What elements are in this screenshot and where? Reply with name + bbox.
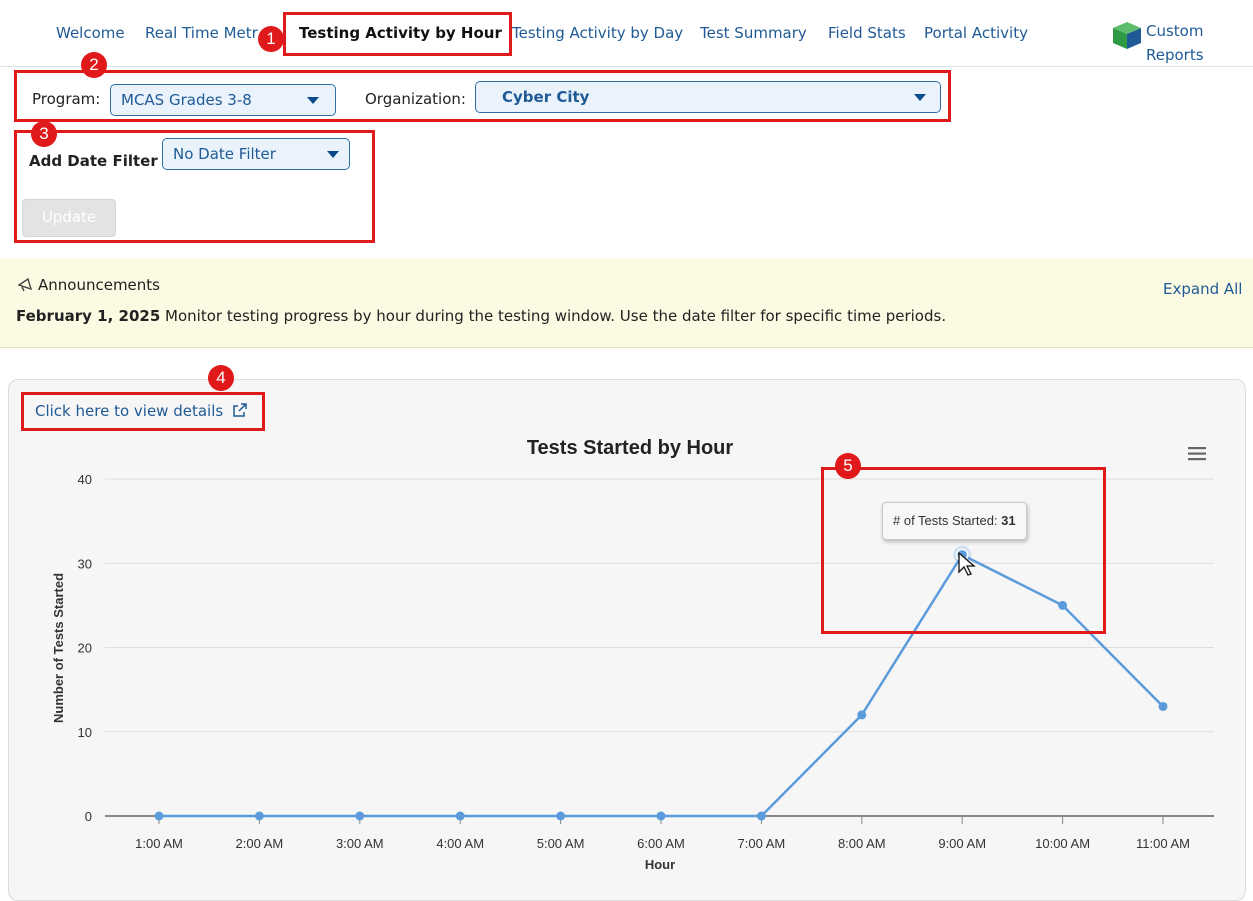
x-tick-label: 5:00 AM [537,836,585,851]
x-tick-label: 3:00 AM [336,836,384,851]
x-tick-label: 10:00 AM [1035,836,1090,851]
y-tick-label: 0 [85,809,92,824]
x-axis-title: Hour [645,857,675,872]
highlight-box-1 [283,12,512,56]
x-tick-label: 1:00 AM [135,836,183,851]
data-point[interactable] [857,710,867,720]
data-point[interactable] [355,811,365,821]
y-axis-title: Number of Tests Started [51,573,66,723]
data-point[interactable] [656,811,666,821]
highlight-box-4 [21,392,265,431]
x-tick-label: 6:00 AM [637,836,685,851]
x-tick-label: 7:00 AM [738,836,786,851]
x-tick-label: 4:00 AM [436,836,484,851]
step-badge-1: 1 [258,26,284,52]
data-point[interactable] [756,811,766,821]
y-axis: 0 10 20 30 40 [78,472,92,824]
x-axis: 1:00 AM 2:00 AM 3:00 AM 4:00 AM 5:00 AM 6:00 … [135,816,1190,851]
y-tick-label: 10 [78,725,92,740]
data-point[interactable] [556,811,566,821]
highlight-box-2 [14,70,951,122]
data-point[interactable] [455,811,465,821]
highlight-box-5 [821,467,1106,634]
highlight-box-3 [14,130,375,243]
y-tick-label: 20 [78,641,92,656]
chart-title: Tests Started by Hour [527,437,734,459]
data-point[interactable] [1158,701,1168,711]
step-badge-5: 5 [835,453,861,479]
data-point[interactable] [254,811,264,821]
data-point[interactable] [154,811,164,821]
x-tick-label: 9:00 AM [938,836,986,851]
x-tick-label: 8:00 AM [838,836,886,851]
y-tick-label: 40 [78,472,92,487]
step-badge-2: 2 [81,52,107,78]
step-badge-4: 4 [208,365,234,391]
y-tick-label: 30 [78,556,92,571]
step-badge-3: 3 [31,121,57,147]
x-tick-label: 2:00 AM [236,836,284,851]
x-tick-label: 11:00 AM [1136,836,1190,851]
